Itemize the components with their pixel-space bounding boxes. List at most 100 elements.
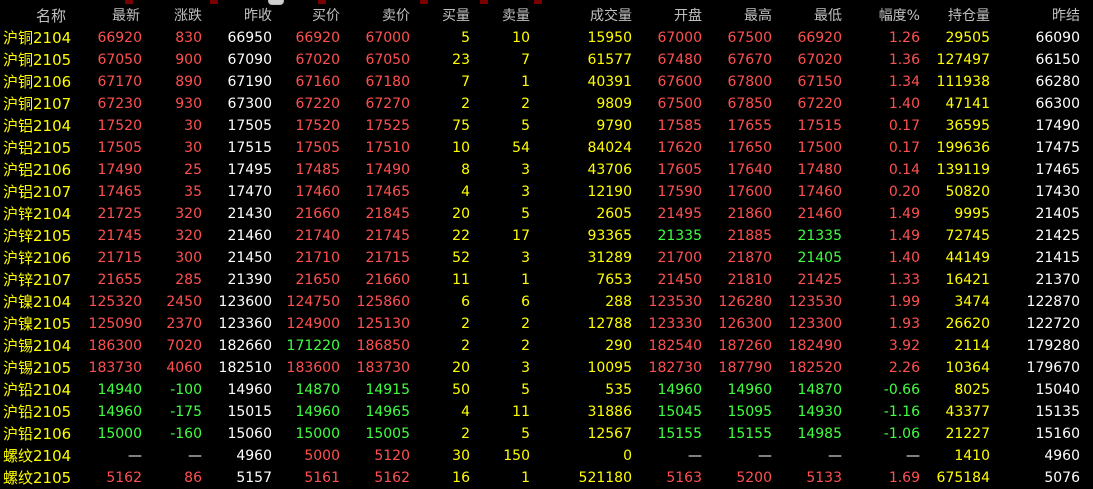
table-row[interactable]: 沪锌2106 21715 300 21450 21710 21715 52 3 31289 217…	[0, 247, 1093, 269]
cell-last: 21655	[97, 272, 142, 288]
cell-low: 21335	[797, 228, 842, 244]
table-row[interactable]: 沪镍2105 125090 2370 123360 124900 125130 2 2 1278…	[0, 313, 1093, 335]
cell-ask-volume: 5	[521, 426, 530, 442]
cell-amplitude-pct: 1.40	[888, 250, 920, 266]
cell-open-interest: 10364	[945, 360, 990, 376]
cell-open-interest: 72745	[945, 228, 990, 244]
col-header-volume[interactable]: 成交量	[590, 5, 632, 27]
table-row[interactable]: 沪锡2105 183730 4060 182510 183600 183730 20 3 100…	[0, 357, 1093, 379]
cell-amplitude-pct: 1.36	[888, 52, 920, 68]
cell-last: 17520	[97, 118, 142, 134]
cell-ask-volume: 3	[521, 360, 530, 376]
cell-high: 5200	[736, 470, 772, 486]
cell-bid-volume: 16	[452, 470, 470, 486]
cell-last: 125320	[88, 294, 142, 310]
cell-bid: 67160	[295, 74, 340, 90]
cell-volume: 2605	[596, 206, 632, 222]
cell-amplitude-pct: 2.26	[888, 360, 920, 376]
table-row[interactable]: 沪铜2106 67170 890 67190 67160 67180 7 1 40391 6760…	[0, 71, 1093, 93]
table-row[interactable]: 沪锌2107 21655 285 21390 21650 21660 11 1 7653 2145…	[0, 269, 1093, 291]
cell-change: -160	[170, 426, 202, 442]
col-header-low[interactable]: 最低	[814, 5, 842, 27]
table-row[interactable]: 沪铅2104 14940 -100 14960 14870 14915 50 5 535 1496…	[0, 379, 1093, 401]
col-header-change[interactable]: 涨跌	[174, 5, 202, 27]
contract-name: 沪铜2106	[3, 73, 72, 91]
col-header-prev-settle[interactable]: 昨结	[1052, 5, 1080, 27]
cell-low: 21425	[797, 272, 842, 288]
cell-amplitude-pct: 1.33	[888, 272, 920, 288]
cell-prev-settle: 4960	[1044, 448, 1080, 464]
cell-last: 67170	[97, 74, 142, 90]
cell-amplitude-pct: 1.93	[888, 316, 920, 332]
table-row[interactable]: 沪铜2107 67230 930 67300 67220 67270 2 2 9809 67500…	[0, 93, 1093, 115]
cell-open-interest: 675184	[936, 470, 990, 486]
table-row[interactable]: 沪铝2104 17520 30 17505 17520 17525 75 5 9790 17585…	[0, 115, 1093, 137]
cell-prev-settle: 17465	[1035, 162, 1080, 178]
col-header-prev-close[interactable]: 昨收	[244, 5, 272, 27]
cell-last: 186300	[88, 338, 142, 354]
col-header-high[interactable]: 最高	[744, 5, 772, 27]
col-header-last[interactable]: 最新	[112, 5, 140, 27]
cell-last: 21745	[97, 228, 142, 244]
table-row[interactable]: 螺纹2104 — — 4960 5000 5120 30 150 0 — — — — 1410 4960	[0, 445, 1093, 467]
cell-amplitude-pct: -1.16	[883, 404, 920, 420]
table-row[interactable]: 沪铝2106 17490 25 17495 17485 17490 8 3 43706 17605…	[0, 159, 1093, 181]
cell-low: 123300	[788, 316, 842, 332]
table-row[interactable]: 沪锡2104 186300 7020 182660 171220 186850 2 2 290 1…	[0, 335, 1093, 357]
cell-bid-volume: 2	[461, 316, 470, 332]
table-row[interactable]: 螺纹2105 5162 86 5157 5161 5162 16 1 521180 5163 520…	[0, 467, 1093, 489]
table-row[interactable]: 沪铜2105 67050 900 67090 67020 67050 23 7 61577 674…	[0, 49, 1093, 71]
cell-open: 17620	[657, 140, 702, 156]
col-header-ask-volume[interactable]: 卖量	[502, 5, 530, 27]
cell-amplitude-pct: 3.92	[888, 338, 920, 354]
cell-bid: 171220	[286, 338, 340, 354]
col-header-name[interactable]: 名称	[16, 5, 86, 27]
cell-volume: 535	[605, 382, 632, 398]
cell-open-interest: 111938	[936, 74, 990, 90]
cell-open: 67500	[657, 96, 702, 112]
cell-ask-volume: 3	[521, 250, 530, 266]
cell-last: 125090	[88, 316, 142, 332]
cell-prev-close: 17470	[227, 184, 272, 200]
cell-prev-settle: 17490	[1035, 118, 1080, 134]
cell-change: -100	[170, 382, 202, 398]
col-header-open[interactable]: 开盘	[674, 5, 702, 27]
col-header-bid-volume[interactable]: 买量	[442, 5, 470, 27]
table-row[interactable]: 沪铝2105 17505 30 17515 17505 17510 10 54 84024 176…	[0, 137, 1093, 159]
col-header-open-interest[interactable]: 持仓量	[948, 5, 990, 27]
cell-prev-settle: 15160	[1035, 426, 1080, 442]
col-header-amplitude-pct[interactable]: 幅度%	[879, 5, 920, 27]
contract-name: 沪铅2105	[3, 403, 72, 421]
cell-bid: 21710	[295, 250, 340, 266]
cell-prev-settle: 66280	[1035, 74, 1080, 90]
cell-amplitude-pct: 1.49	[888, 228, 920, 244]
table-row[interactable]: 沪铜2104 66920 830 66950 66920 67000 5 10 15950 670…	[0, 27, 1093, 49]
cell-high: 21870	[727, 250, 772, 266]
table-row[interactable]: 沪镍2104 125320 2450 123600 124750 125860 6 6 288 1…	[0, 291, 1093, 313]
cell-last: 183730	[88, 360, 142, 376]
table-row[interactable]: 沪锌2105 21745 320 21460 21740 21745 22 17 93365 21…	[0, 225, 1093, 247]
table-row[interactable]: 沪铅2106 15000 -160 15060 15000 15005 2 5 12567 151…	[0, 423, 1093, 445]
cell-ask: 17490	[365, 162, 410, 178]
cell-open-interest: 9995	[954, 206, 990, 222]
cell-high: 17650	[727, 140, 772, 156]
col-header-bid[interactable]: 买价	[312, 5, 340, 27]
cell-change: 25	[184, 162, 202, 178]
table-row[interactable]: 沪锌2104 21725 320 21430 21660 21845 20 5 2605 2149…	[0, 203, 1093, 225]
toolbar-marker	[125, 0, 133, 4]
col-header-ask[interactable]: 卖价	[382, 5, 410, 27]
table-row[interactable]: 沪铝2107 17465 35 17470 17460 17465 4 3 12190 17590…	[0, 181, 1093, 203]
cell-bid-volume: 20	[452, 206, 470, 222]
cell-low: 5133	[806, 470, 842, 486]
cell-prev-settle: 21370	[1035, 272, 1080, 288]
contract-name: 沪铝2104	[3, 117, 72, 135]
cell-volume: 10095	[587, 360, 632, 376]
cell-ask-volume: 10	[512, 30, 530, 46]
table-row[interactable]: 沪铅2105 14960 -175 15015 14960 14965 4 11 31886 15…	[0, 401, 1093, 423]
cell-change: 86	[184, 470, 202, 486]
cell-prev-close: 4960	[236, 448, 272, 464]
cell-prev-close: 21390	[227, 272, 272, 288]
cell-low: —	[828, 448, 842, 464]
cell-volume: 12190	[587, 184, 632, 200]
cell-low: 21405	[797, 250, 842, 266]
